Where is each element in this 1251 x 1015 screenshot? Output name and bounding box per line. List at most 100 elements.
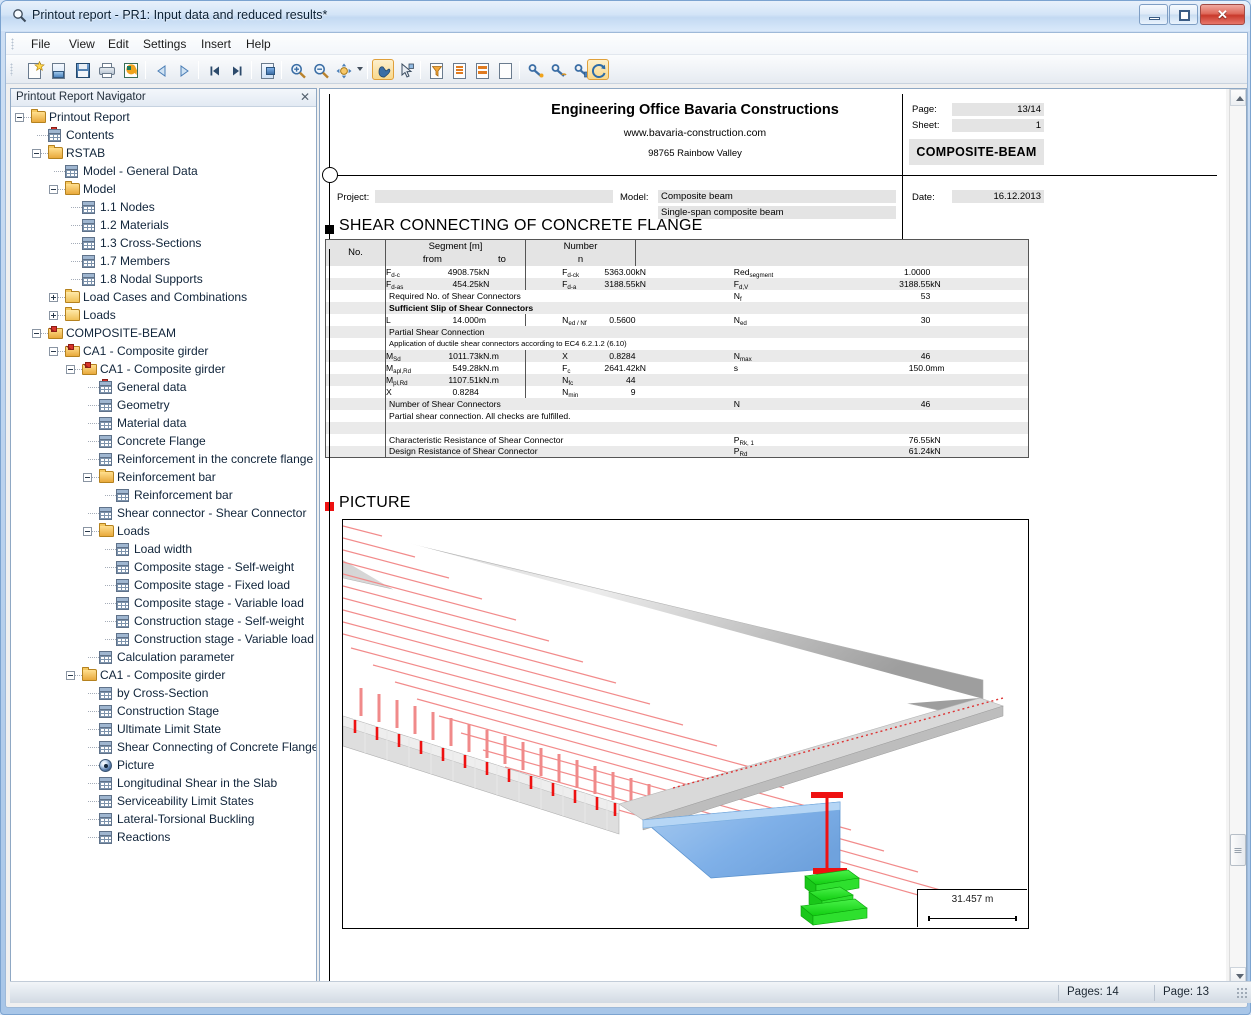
tree-item[interactable]: Load width [11, 540, 316, 558]
refresh-icon[interactable] [587, 59, 609, 80]
tree-item[interactable]: Reactions [11, 828, 316, 846]
collapse-icon[interactable] [32, 149, 41, 158]
collapse-icon[interactable] [66, 671, 75, 680]
tree-item[interactable]: Load Cases and Combinations [11, 288, 316, 306]
cell-pad [526, 362, 563, 374]
tree-item[interactable]: 1.2 Materials [11, 216, 316, 234]
tree-item[interactable]: Reinforcement in the concrete flange [11, 450, 316, 468]
close-icon[interactable]: ✕ [299, 91, 311, 104]
tree-item[interactable]: Concrete Flange [11, 432, 316, 450]
first-page-icon[interactable] [203, 59, 225, 80]
menu-view[interactable]: View [62, 36, 102, 53]
menu-help[interactable]: Help [239, 36, 278, 53]
minimize-button[interactable] [1139, 4, 1168, 25]
tree-item[interactable]: Longitudinal Shear in the Slab [11, 774, 316, 792]
tree-item[interactable]: Construction stage - Variable load [11, 630, 316, 648]
tree-item[interactable]: RSTAB [11, 144, 316, 162]
tree-item[interactable]: Model [11, 180, 316, 198]
menu-file[interactable]: File [24, 36, 57, 53]
tree-item[interactable]: Reinforcement bar [11, 468, 316, 486]
previous-page-icon[interactable] [150, 59, 172, 80]
tree-item[interactable]: Loads [11, 522, 316, 540]
tree-item[interactable]: Composite stage - Fixed load [11, 576, 316, 594]
tree-item[interactable]: CA1 - Composite girder [11, 360, 316, 378]
collapse-icon[interactable] [83, 473, 92, 482]
scroll-thumb-vertical[interactable] [1230, 834, 1246, 866]
tree-item[interactable]: 1.3 Cross-Sections [11, 234, 316, 252]
new-report-icon[interactable] [23, 59, 45, 80]
zoom-in-icon[interactable] [286, 59, 308, 80]
cell-value-1: 454.25 [432, 278, 479, 290]
tree-item[interactable]: Serviceability Limit States [11, 792, 316, 810]
tree-item[interactable]: Calculation parameter [11, 648, 316, 666]
collapse-icon[interactable] [49, 185, 58, 194]
select-pointer-icon[interactable] [395, 59, 417, 80]
cell-value-2: 3188.55 [599, 278, 636, 290]
tree-item-label: Longitudinal Shear in the Slab [117, 776, 277, 790]
tree-item[interactable]: Model - General Data [11, 162, 316, 180]
maximize-button[interactable] [1169, 4, 1198, 25]
hand-tool-icon[interactable] [372, 59, 394, 80]
resize-grip[interactable] [1237, 988, 1249, 1000]
menu-edit[interactable]: Edit [101, 36, 136, 53]
collapse-icon[interactable] [66, 365, 75, 374]
open-report-icon[interactable] [47, 59, 69, 80]
menu-settings[interactable]: Settings [136, 36, 193, 53]
tree-item[interactable]: Geometry [11, 396, 316, 414]
tree-item[interactable]: Printout Report [11, 108, 316, 126]
tree-item[interactable]: CA1 - Composite girder [11, 342, 316, 360]
tree-item[interactable]: 1.8 Nodal Supports [11, 270, 316, 288]
unlock-icon[interactable] [547, 59, 569, 80]
document-vertical-scrollbar[interactable] [1229, 89, 1246, 984]
scroll-up-button[interactable] [1230, 89, 1246, 106]
tree-item[interactable]: Shear connector - Shear Connector [11, 504, 316, 522]
company-name: Engineering Office Bavaria Constructions [470, 102, 920, 118]
table-row: Sufficient Slip of Shear Connectors [326, 302, 1029, 314]
menu-insert[interactable]: Insert [194, 36, 238, 53]
tree-item[interactable]: Composite stage - Variable load [11, 594, 316, 612]
tree-item[interactable]: Construction stage - Self-weight [11, 612, 316, 630]
tree-item[interactable]: 1.7 Members [11, 252, 316, 270]
print-icon[interactable] [95, 59, 117, 80]
pan-move-icon[interactable] [332, 59, 354, 80]
tree-item[interactable]: Contents [11, 126, 316, 144]
tree-item[interactable]: Picture [11, 756, 316, 774]
tree-item[interactable]: by Cross-Section [11, 684, 316, 702]
tree-item[interactable]: COMPOSITE-BEAM [11, 324, 316, 342]
page-layout-icon[interactable] [471, 59, 493, 80]
save-icon[interactable] [71, 59, 93, 80]
expand-icon[interactable] [49, 311, 58, 320]
chevron-down-icon[interactable] [357, 67, 363, 71]
report-content-icon[interactable] [448, 59, 470, 80]
print-preview-icon[interactable] [119, 59, 141, 80]
tree-item[interactable]: CA1 - Composite girder [11, 666, 316, 684]
tree-item[interactable]: Construction Stage [11, 702, 316, 720]
blank-page-icon[interactable] [494, 59, 516, 80]
expand-icon[interactable] [49, 293, 58, 302]
last-page-icon[interactable] [225, 59, 247, 80]
tree-item[interactable]: 1.1 Nodes [11, 198, 316, 216]
close-button[interactable]: ✕ [1200, 4, 1245, 25]
tree-item[interactable]: Loads [11, 306, 316, 324]
collapse-icon[interactable] [49, 347, 58, 356]
collapse-icon[interactable] [32, 329, 41, 338]
next-page-icon[interactable] [172, 59, 194, 80]
collapse-icon[interactable] [15, 113, 24, 122]
filter-icon[interactable] [425, 59, 447, 80]
tree-item[interactable]: Reinforcement bar [11, 486, 316, 504]
link-icon[interactable] [524, 59, 546, 80]
cell-value-3: 3188.55 [832, 278, 930, 290]
tree-item[interactable]: Material data [11, 414, 316, 432]
report-tree[interactable]: Printout ReportContentsRSTABModel - Gene… [11, 108, 316, 982]
tree-connector [88, 657, 99, 658]
folder-icon [99, 525, 114, 537]
tree-item[interactable]: Shear Connecting of Concrete Flange [11, 738, 316, 756]
tree-item[interactable]: Composite stage - Self-weight [11, 558, 316, 576]
tree-item[interactable]: General data [11, 378, 316, 396]
cell-text [386, 422, 734, 434]
zoom-out-icon[interactable] [309, 59, 331, 80]
export-icon[interactable] [256, 59, 278, 80]
tree-item[interactable]: Ultimate Limit State [11, 720, 316, 738]
collapse-icon[interactable] [83, 527, 92, 536]
tree-item[interactable]: Lateral-Torsional Buckling [11, 810, 316, 828]
